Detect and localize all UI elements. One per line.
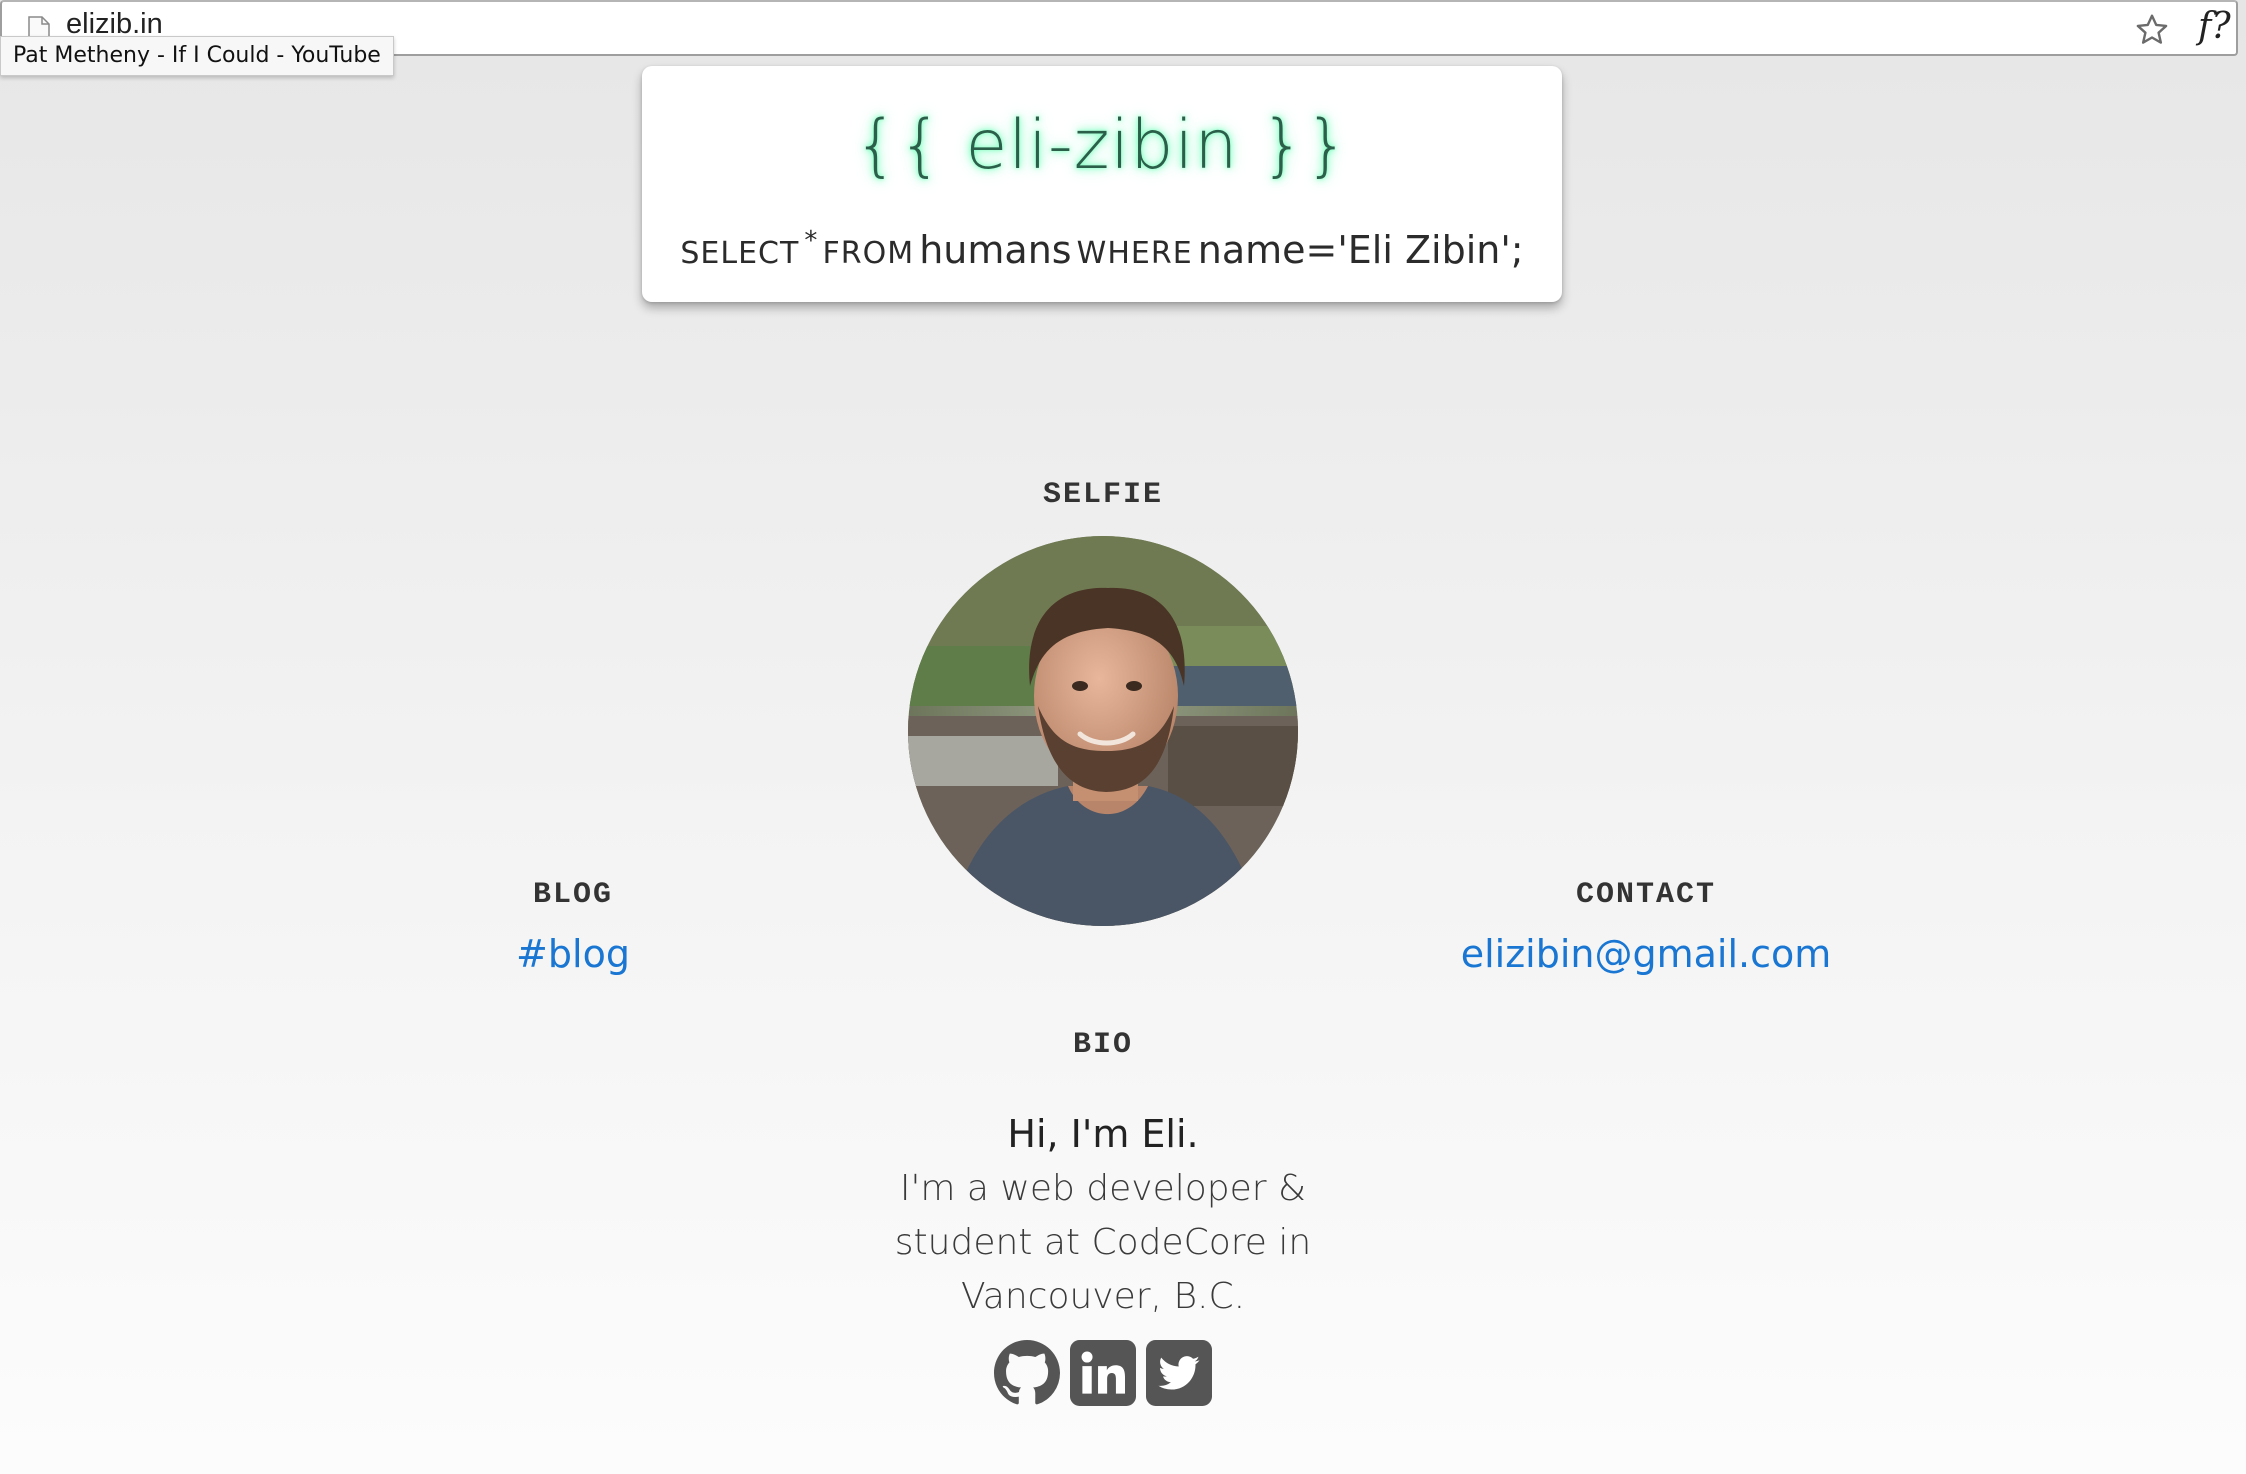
bio-greeting: Hi, I'm Eli.	[1007, 1112, 1199, 1156]
sql-keyword-where: WHERE	[1076, 236, 1193, 271]
github-icon[interactable]	[994, 1340, 1060, 1406]
bio-text-block: Hi, I'm Eli. I'm a web developer & stude…	[820, 1106, 1386, 1324]
sql-table: humans	[919, 228, 1072, 272]
twitter-icon[interactable]	[1146, 1340, 1212, 1406]
bio-line: I'm a web developer &	[899, 1168, 1307, 1209]
sql-star: *	[804, 226, 818, 256]
social-links	[994, 1340, 1212, 1410]
sql-keyword-select: SELECT	[680, 236, 800, 271]
bio-line: student at CodeCore in	[894, 1222, 1312, 1263]
blog-heading: BLOG	[532, 878, 613, 912]
email-link[interactable]: elizibin@gmail.com	[1446, 932, 1846, 976]
sql-condition: name='Eli Zibin';	[1197, 228, 1524, 272]
extension-icon[interactable]: f?	[2198, 6, 2231, 47]
linkedin-icon[interactable]	[1070, 1340, 1136, 1406]
bio-line: Vancouver, B.C.	[960, 1276, 1246, 1317]
sql-tagline: SELECT * FROM humans WHERE name='Eli Zib…	[642, 226, 1562, 272]
tab-tooltip: Pat Metheny - If I Could - YouTube	[0, 36, 394, 76]
contact-heading: CONTACT	[1575, 878, 1717, 912]
blog-link[interactable]: #blog	[470, 932, 676, 976]
selfie-heading: SELFIE	[1042, 478, 1164, 512]
selfie-photo	[908, 536, 1298, 926]
site-title: {{ eli-zibin }}	[854, 106, 1350, 185]
bookmark-star-icon[interactable]	[2134, 12, 2170, 48]
bio-heading: BIO	[1072, 1028, 1133, 1062]
sql-keyword-from: FROM	[822, 236, 915, 271]
header-card: {{ eli-zibin }} SELECT * FROM humans WHE…	[642, 66, 1562, 302]
